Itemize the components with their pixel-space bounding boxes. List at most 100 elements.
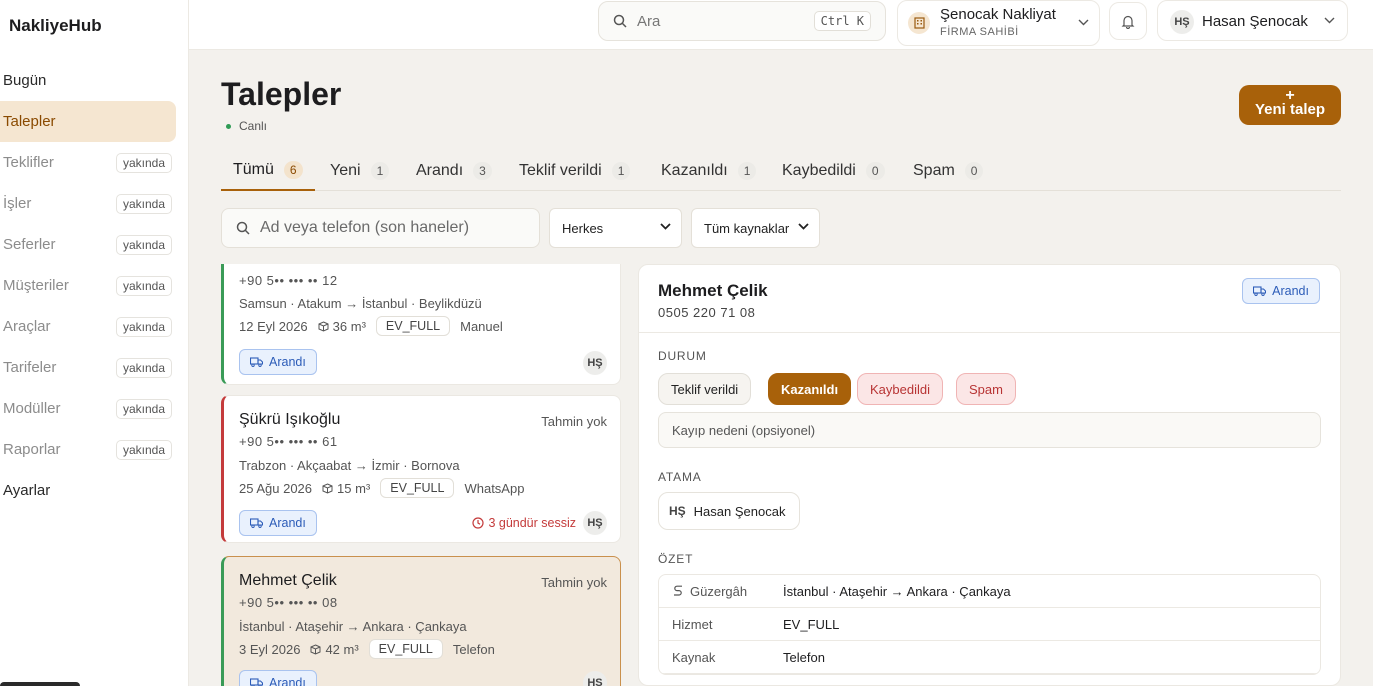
search-shortcut: Ctrl K — [813, 11, 871, 31]
sidebar-nav: Bugün Talepler Teklifler yakında İşler yak… — [0, 60, 189, 511]
tab-count: 0 — [964, 161, 984, 180]
sidebar-item-label: Tarifeler — [3, 359, 57, 376]
assignee-button[interactable]: HŞ Hasan Şenocak — [658, 492, 801, 530]
card-volume: 15 m³ — [322, 481, 370, 496]
firm-switcher[interactable]: Şenocak Nakliyat FİRMA SAHİBİ — [897, 0, 1100, 46]
section-label-status: DURUM — [658, 349, 707, 363]
tab-tumu[interactable]: Tümü 6 — [221, 150, 315, 191]
live-label: Canlı — [239, 119, 268, 133]
global-search[interactable]: Ara Ctrl K — [598, 1, 886, 41]
sidebar-item-seferler[interactable]: Seferler yakında — [0, 224, 176, 265]
card-name: Şükrü Işıkoğlu — [239, 411, 341, 428]
coming-soon-badge: yakında — [115, 440, 172, 460]
bell-icon — [1121, 14, 1135, 29]
request-card[interactable]: +90 5•• ••• •• 12 Samsun · Atakum → İsta… — [221, 264, 621, 385]
request-detail-panel: Mehmet Çelik 0505 220 71 08 Arandı DURUM… — [638, 264, 1341, 686]
card-meta: 3 Eyl 2026 42 m³ EV_FULL Telefon — [239, 639, 495, 659]
status-option-kazanildi[interactable]: Kazanıldı — [768, 373, 852, 405]
tab-teklif-verildi[interactable]: Teklif verildi 1 — [519, 150, 631, 191]
tab-label: Yeni — [330, 161, 361, 179]
divider — [639, 332, 1340, 333]
search-placeholder: Ad veya telefon (son haneler) — [260, 219, 470, 236]
box-icon — [318, 320, 329, 332]
summary-row: Hizmet EV_FULL — [659, 608, 1320, 641]
chevron-down-icon — [1078, 15, 1089, 29]
avatar: HŞ — [583, 671, 607, 686]
topbar: Ara Ctrl K Şenocak Nakliyat FİRMA SAHİBİ… — [189, 0, 1373, 50]
card-route: Trabzon · Akçaabat → İzmir · Bornova — [239, 458, 460, 473]
summary-key: Kaynak — [672, 649, 716, 665]
loss-reason-input[interactable]: Kayıp nedeni (opsiyonel) — [658, 412, 1321, 448]
new-request-button[interactable]: + Yeni talep — [1239, 85, 1341, 125]
truck-icon — [250, 678, 263, 686]
user-menu[interactable]: HŞ Hasan Şenocak — [1157, 0, 1348, 41]
status-option-spam[interactable]: Spam — [956, 373, 1016, 405]
summary-table: Güzergâh İstanbul · Ataşehir → Ankara · … — [658, 574, 1321, 675]
sidebar-item-label: Raporlar — [3, 441, 61, 458]
route-icon — [674, 585, 682, 596]
building-icon — [908, 12, 930, 34]
live-indicator: Canlı — [226, 119, 267, 133]
tab-label: Teklif verildi — [519, 161, 602, 179]
coming-soon-badge: yakında — [115, 153, 172, 173]
assignee-filter-select[interactable]: Herkes — [549, 208, 682, 248]
request-search-input[interactable]: Ad veya telefon (son haneler) — [221, 208, 540, 248]
status-option-kaybedildi[interactable]: Kaybedildi — [857, 373, 943, 405]
tab-count: 6 — [283, 160, 303, 179]
tab-count: 1 — [737, 161, 757, 180]
sidebar-item-tarifeler[interactable]: Tarifeler yakında — [0, 347, 176, 388]
chevron-down-icon — [660, 221, 671, 233]
tab-label: Kaybedildi — [782, 161, 856, 179]
detail-phone: 0505 220 71 08 — [658, 305, 756, 320]
status-badge[interactable]: Arandı — [239, 510, 317, 536]
card-meta: 12 Eyl 2026 36 m³ EV_FULL Manuel — [239, 316, 503, 336]
tab-yeni[interactable]: Yeni 1 — [330, 150, 390, 191]
request-list[interactable]: +90 5•• ••• •• 12 Samsun · Atakum → İsta… — [221, 264, 622, 686]
sidebar-item-raporlar[interactable]: Raporlar yakında — [0, 429, 176, 470]
truck-icon — [250, 518, 263, 528]
sidebar-item-isler[interactable]: İşler yakında — [0, 183, 176, 224]
tab-kazanildi[interactable]: Kazanıldı 1 — [661, 150, 757, 191]
truck-icon — [1253, 286, 1267, 296]
coming-soon-badge: yakında — [115, 276, 172, 296]
sidebar-item-moduller[interactable]: Modüller yakında — [0, 388, 176, 429]
tab-arandi[interactable]: Arandı 3 — [416, 150, 492, 191]
sidebar-item-label: Teklifler — [3, 154, 54, 171]
status-badge[interactable]: Arandı — [239, 670, 317, 686]
status-option-teklif-verildi[interactable]: Teklif verildi — [658, 373, 752, 405]
coming-soon-badge: yakında — [115, 399, 172, 419]
card-source: Manuel — [460, 318, 503, 334]
box-icon — [310, 643, 321, 655]
sidebar-item-talepler[interactable]: Talepler — [0, 101, 176, 142]
status-tabs: Tümü 6 Yeni 1 Arandı 3 Teklif verildi 1 Kaza… — [221, 150, 1341, 191]
notifications-button[interactable] — [1109, 2, 1147, 40]
request-card[interactable]: Mehmet Çelik Tahmin yok +90 5•• ••• •• 0… — [221, 556, 621, 686]
chevron-down-icon — [798, 221, 809, 233]
brand-logo[interactable]: NakliyeHub — [9, 16, 102, 36]
card-route: İstanbul · Ataşehir → Ankara · Çankaya — [239, 619, 467, 634]
sidebar-item-bugun[interactable]: Bugün — [0, 60, 176, 101]
avatar: HŞ — [1170, 10, 1194, 34]
firm-name: Şenocak Nakliyat — [940, 6, 1056, 23]
section-label-summary: ÖZET — [658, 552, 694, 566]
sidebar-item-musteriler[interactable]: Müşteriler yakında — [0, 265, 176, 306]
sidebar-item-label: Seferler — [3, 236, 56, 253]
sidebar-item-araclar[interactable]: Araçlar yakında — [0, 306, 176, 347]
card-estimate: Tahmin yok — [541, 575, 607, 590]
sidebar-item-label: Müşteriler — [3, 277, 69, 294]
tab-spam[interactable]: Spam 0 — [913, 150, 984, 191]
card-date: 3 Eyl 2026 — [239, 641, 301, 657]
card-source: WhatsApp — [464, 480, 525, 496]
box-icon — [322, 482, 333, 494]
summary-row: Kaynak Telefon — [659, 641, 1320, 674]
sidebar-item-teklifler[interactable]: Teklifler yakında — [0, 142, 176, 183]
source-filter-select[interactable]: Tüm kaynaklar — [691, 208, 820, 248]
status-badge[interactable]: Arandı — [239, 349, 317, 375]
request-card[interactable]: Şükrü Işıkoğlu Tahmin yok +90 5•• ••• ••… — [221, 395, 621, 543]
tab-kaybedildi[interactable]: Kaybedildi 0 — [782, 150, 885, 191]
tab-label: Spam — [913, 161, 955, 179]
sidebar-item-ayarlar[interactable]: Ayarlar — [0, 470, 176, 511]
service-chip: EV_FULL — [375, 316, 451, 336]
sidebar-scrollbar[interactable] — [0, 682, 80, 686]
tab-count: 3 — [473, 161, 492, 180]
